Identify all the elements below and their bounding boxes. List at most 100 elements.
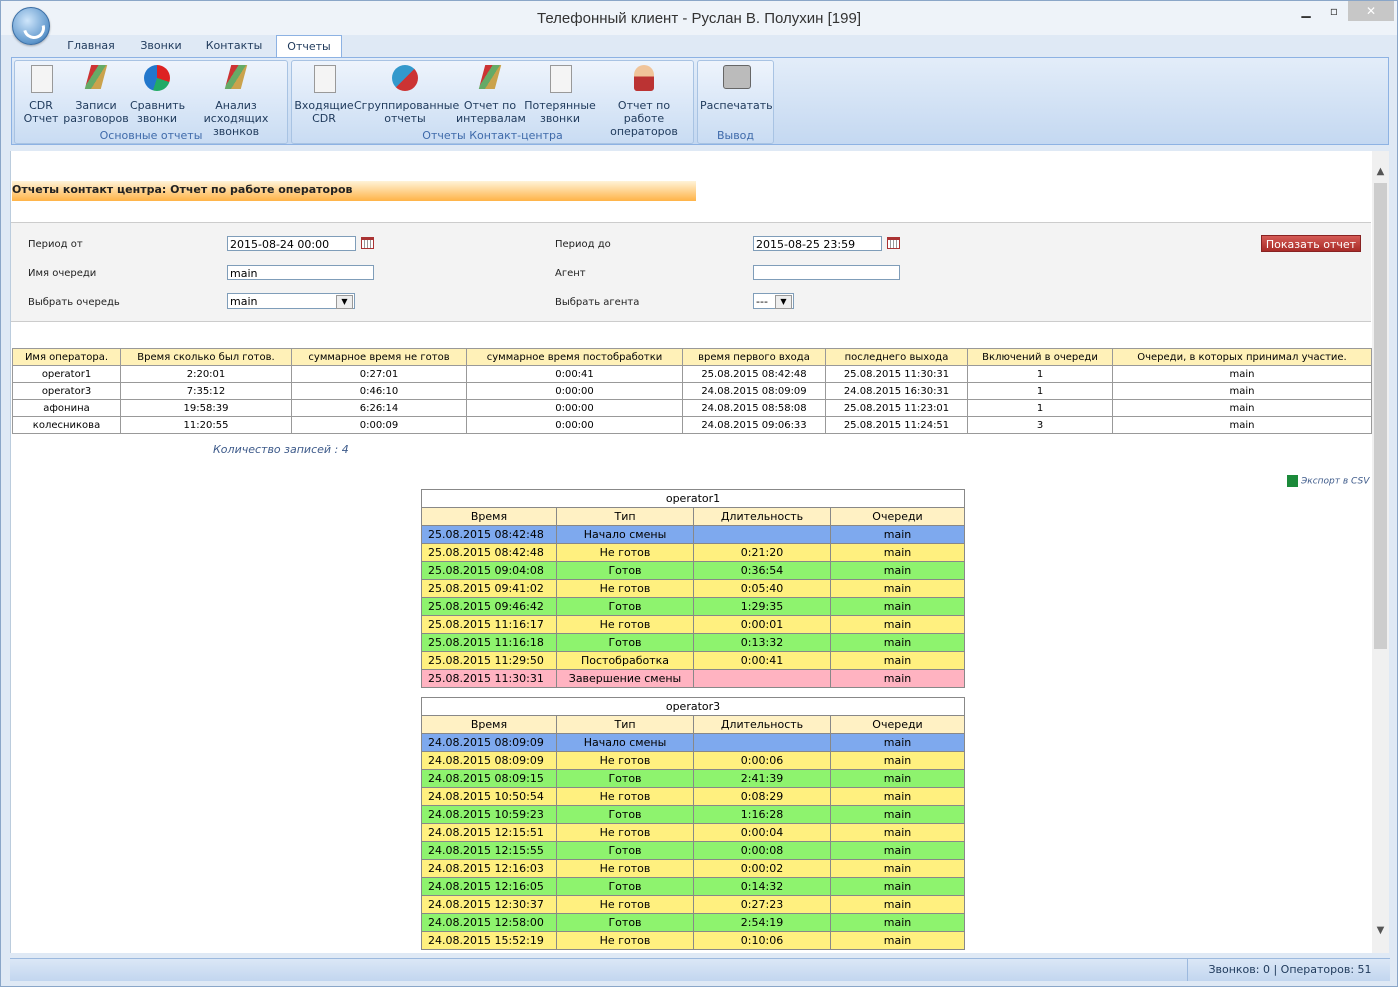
table-row[interactable]: 25.08.2015 08:42:48 Не готов 0:21:20 main xyxy=(421,543,965,562)
group-basic-reports: CDR Отчет Записи разговоров Сравнить зво… xyxy=(14,60,288,144)
tab-main[interactable]: Главная xyxy=(61,35,121,57)
table-row[interactable]: 24.08.2015 12:16:05 Готов 0:14:32 main xyxy=(421,877,965,896)
column-header[interactable]: последнего выхода xyxy=(825,348,968,366)
compare-calls-icon xyxy=(142,65,172,95)
incoming-cdr-button[interactable]: Входящие CDR xyxy=(294,65,354,125)
grouped-reports-icon xyxy=(390,65,420,95)
group-label-basic: Основные отчеты xyxy=(99,129,203,142)
interval-report-button[interactable]: Отчет по интервалам xyxy=(456,65,526,125)
agent-input[interactable] xyxy=(753,265,900,280)
scrollbar-thumb[interactable] xyxy=(1374,183,1387,649)
table-row[interactable]: 24.08.2015 12:16:03 Не готов 0:00:02 main xyxy=(421,859,965,878)
export-csv-link[interactable]: Экспорт в CSV xyxy=(1287,475,1369,487)
table-row[interactable]: 24.08.2015 15:52:19 Не готов 0:10:06 main xyxy=(421,931,965,950)
calendar-icon[interactable] xyxy=(887,237,900,249)
table-row[interactable]: 24.08.2015 12:58:00 Готов 2:54:19 main xyxy=(421,913,965,932)
column-header[interactable]: суммарное время постобработки xyxy=(466,348,683,366)
table-row[interactable]: operator1 2:20:01 0:27:01 0:00:41 25.08.2015… xyxy=(12,365,1372,383)
lost-calls-icon xyxy=(545,65,575,95)
detail-header-row: Время Тип Длительность Очереди xyxy=(421,507,965,526)
detail-title-row: operator3 xyxy=(421,697,965,716)
table-row[interactable]: 25.08.2015 11:16:18 Готов 0:13:32 main xyxy=(421,633,965,652)
column-header[interactable]: Включений в очереди xyxy=(967,348,1113,366)
excel-icon xyxy=(1287,475,1298,487)
table-row[interactable]: 24.08.2015 08:09:15 Готов 2:41:39 main xyxy=(421,769,965,788)
table-row[interactable]: 25.08.2015 11:16:17 Не готов 0:00:01 main xyxy=(421,615,965,634)
period-to-input[interactable]: 2015-08-25 23:59 xyxy=(753,236,882,251)
table-row[interactable]: 25.08.2015 11:30:31 Завершение смены main xyxy=(421,669,965,688)
table-row[interactable]: колесникова 11:20:55 0:00:09 0:00:00 24.08.2… xyxy=(12,416,1372,434)
table-row[interactable]: 25.08.2015 11:29:50 Постобработка 0:00:41 m… xyxy=(421,651,965,670)
detail-title-row: operator1 xyxy=(421,489,965,508)
minimize-button[interactable]: ▁ xyxy=(1293,1,1319,21)
column-header[interactable]: суммарное время не готов xyxy=(291,348,467,366)
table-row[interactable]: 24.08.2015 10:50:54 Не готов 0:08:29 main xyxy=(421,787,965,806)
table-row[interactable]: 25.08.2015 09:04:08 Готов 0:36:54 main xyxy=(421,561,965,580)
calendar-icon[interactable] xyxy=(361,237,374,249)
agent-label: Агент xyxy=(555,268,586,279)
table-row[interactable]: 24.08.2015 12:30:37 Не готов 0:27:23 main xyxy=(421,895,965,914)
cdr-report-icon xyxy=(26,65,56,95)
column-header: Время xyxy=(421,507,557,526)
table-row[interactable]: 24.08.2015 10:59:23 Готов 1:16:28 main xyxy=(421,805,965,824)
tab-calls[interactable]: Звонки xyxy=(131,35,191,57)
compare-calls-button[interactable]: Сравнить звонки xyxy=(130,65,185,125)
column-header: Тип xyxy=(556,507,694,526)
group-label-output: Вывод xyxy=(716,129,755,142)
table-row[interactable]: operator3 7:35:12 0:46:10 0:00:00 24.08.2015… xyxy=(12,382,1372,400)
summary-table: Имя оператора. Время сколько был готов. … xyxy=(12,348,1372,434)
report-content: Отчеты контакт центра: Отчет по работе о… xyxy=(10,151,1373,953)
table-row[interactable]: 24.08.2015 08:09:09 Не готов 0:00:06 main xyxy=(421,751,965,770)
column-header[interactable]: Имя оператора. xyxy=(12,348,121,366)
page-title: Отчеты контакт центра: Отчет по работе о… xyxy=(12,181,696,201)
show-report-button[interactable]: Показать отчет xyxy=(1261,235,1361,252)
operator-detail-table: operator3 Время Тип Длительность Очереди 24.0… xyxy=(421,697,965,950)
table-row[interactable]: афонина 19:58:39 6:26:14 0:00:00 24.08.2015 … xyxy=(12,399,1372,417)
table-row[interactable]: 25.08.2015 09:46:42 Готов 1:29:35 main xyxy=(421,597,965,616)
table-row[interactable]: 24.08.2015 12:15:51 Не готов 0:00:04 main xyxy=(421,823,965,842)
tab-contacts[interactable]: Контакты xyxy=(201,35,267,57)
scroll-up-arrow-icon[interactable]: ▲ xyxy=(1374,166,1387,177)
status-bar: Звонков: 0 | Операторов: 51 xyxy=(10,958,1390,981)
maximize-button[interactable]: ▫ xyxy=(1321,1,1347,21)
lost-calls-button[interactable]: Потерянные звонки xyxy=(524,65,596,125)
tab-reports[interactable]: Отчеты xyxy=(276,35,342,58)
column-header: Очереди xyxy=(830,715,965,734)
recordings-button[interactable]: Записи разговоров xyxy=(63,65,129,125)
period-from-input[interactable]: 2015-08-24 00:00 xyxy=(227,236,356,251)
chevron-down-icon: ▼ xyxy=(775,295,792,309)
period-to-label: Период до xyxy=(555,239,611,250)
app-window: Телефонный клиент - Руслан В. Полухин [1… xyxy=(0,0,1398,987)
column-header: Длительность xyxy=(693,715,831,734)
ribbon: CDR Отчет Записи разговоров Сравнить зво… xyxy=(11,57,1389,145)
table-row[interactable]: 24.08.2015 12:15:55 Готов 0:00:08 main xyxy=(421,841,965,860)
table-row[interactable]: 24.08.2015 08:09:09 Начало смены main xyxy=(421,733,965,752)
queue-select[interactable]: main ▼ xyxy=(227,293,355,309)
filter-panel: Период от 2015-08-24 00:00 Период до 201… xyxy=(11,222,1371,322)
outgoing-analysis-icon xyxy=(221,65,251,95)
cdr-report-button[interactable]: CDR Отчет xyxy=(17,65,65,125)
detail-header-row: Время Тип Длительность Очереди xyxy=(421,715,965,734)
queue-name-label: Имя очереди xyxy=(28,268,97,279)
ribbon-tabs: Главная Звонки Контакты Отчеты xyxy=(11,35,1389,58)
select-agent-label: Выбрать агента xyxy=(555,297,640,308)
operator-report-icon xyxy=(629,65,659,95)
recordings-icon xyxy=(81,65,111,95)
column-header[interactable]: время первого входа xyxy=(682,348,826,366)
print-button[interactable]: Распечатать xyxy=(700,65,773,112)
column-header[interactable]: Время сколько был готов. xyxy=(120,348,292,366)
record-count: Количество записей : 4 xyxy=(213,443,349,456)
column-header: Тип xyxy=(556,715,694,734)
table-row[interactable]: 25.08.2015 08:42:48 Начало смены main xyxy=(421,525,965,544)
column-header[interactable]: Очереди, в которых принимал участие. xyxy=(1112,348,1372,366)
table-row[interactable]: 25.08.2015 09:41:02 Не готов 0:05:40 main xyxy=(421,579,965,598)
scroll-down-arrow-icon[interactable]: ▼ xyxy=(1374,925,1387,936)
queue-name-input[interactable]: main xyxy=(227,265,374,280)
agent-select[interactable]: --- ▼ xyxy=(753,293,794,309)
interval-report-icon xyxy=(475,65,505,95)
printer-icon xyxy=(721,65,751,95)
close-button[interactable]: ✕ xyxy=(1348,1,1394,21)
status-text: Звонков: 0 | Операторов: 51 xyxy=(1187,959,1380,981)
column-header: Очереди xyxy=(830,507,965,526)
grouped-reports-button[interactable]: Сгруппированные отчеты xyxy=(354,65,459,125)
